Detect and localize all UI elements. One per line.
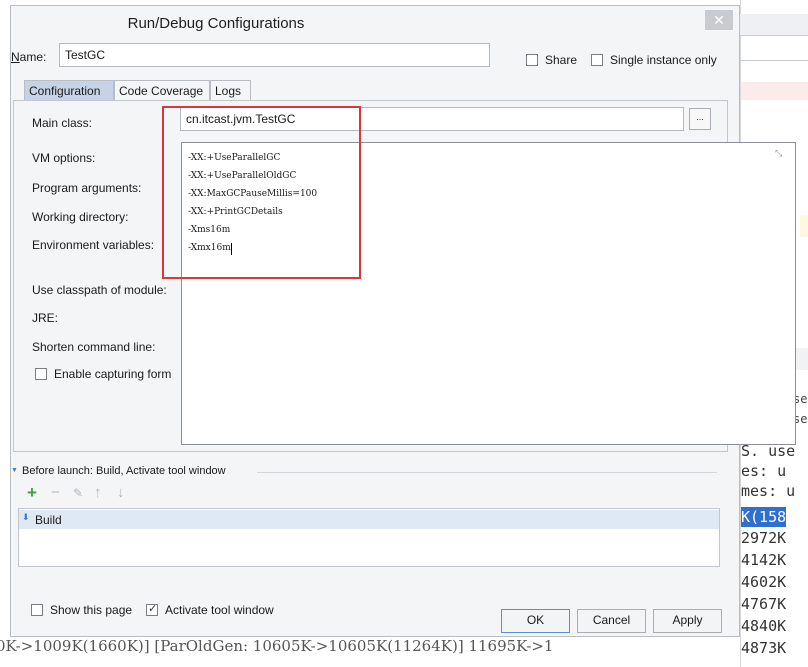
- separator: [257, 472, 717, 473]
- editor-tab-strip: [740, 14, 808, 36]
- editor-divider: [740, 60, 808, 61]
- browse-main-class-button[interactable]: ...: [689, 108, 711, 130]
- before-launch-list: ⬇ Build: [18, 508, 720, 567]
- console-line: 2972K: [741, 529, 787, 547]
- enable-capturing-checkbox[interactable]: [35, 368, 47, 380]
- build-label: Build: [35, 513, 62, 527]
- console-line: 4602K: [741, 573, 787, 591]
- console-line: es: u: [741, 462, 787, 480]
- ok-button[interactable]: OK: [501, 609, 570, 633]
- name-field[interactable]: TestGC: [59, 43, 490, 67]
- console-line: 4873K: [741, 639, 787, 657]
- console-line: 4142K: [741, 551, 787, 569]
- console-line: mes: u: [741, 482, 796, 500]
- vm-options-label: VM options:: [32, 151, 96, 165]
- share-checkbox[interactable]: [526, 54, 538, 66]
- activate-tool-window-label: Activate tool window: [165, 603, 274, 617]
- cancel-button[interactable]: Cancel: [577, 609, 646, 633]
- working-directory-label: Working directory:: [32, 210, 129, 224]
- editor-highlight-line: [741, 82, 808, 100]
- tab-logs[interactable]: Logs: [210, 80, 251, 101]
- apply-button[interactable]: Apply: [653, 609, 722, 633]
- editor-caret-line: [800, 215, 808, 237]
- before-launch-label[interactable]: Before launch: Build, Activate tool wind…: [22, 465, 226, 477]
- console-bottom-line: 0K->1009K(1660K)] [ParOldGen: 10605K->10…: [0, 637, 554, 655]
- classpath-module-label: Use classpath of module:: [32, 283, 167, 297]
- dialog-titlebar: Run/Debug Configurations ✕: [11, 6, 739, 40]
- jre-label: JRE:: [32, 311, 59, 325]
- down-arrow-icon[interactable]: ↓: [117, 484, 125, 502]
- console-line: 4840K: [741, 617, 787, 635]
- list-item[interactable]: ⬇ Build: [19, 510, 719, 529]
- expand-icon[interactable]: ⤡: [775, 148, 782, 159]
- console-line-selected[interactable]: K(158: [741, 507, 787, 527]
- shorten-command-line-label: Shorten command line:: [32, 340, 156, 354]
- environment-variables-label: Environment variables:: [32, 238, 155, 252]
- tab-configuration[interactable]: Configuration: [24, 80, 114, 101]
- single-instance-checkbox[interactable]: [591, 54, 603, 66]
- main-class-label: Main class:: [32, 116, 93, 130]
- minus-icon[interactable]: −: [51, 484, 60, 502]
- share-label: Share: [545, 53, 578, 67]
- plus-icon[interactable]: +: [27, 484, 37, 502]
- dialog-title: Run/Debug Configurations: [127, 15, 305, 32]
- name-label: Name:: [11, 50, 47, 64]
- close-icon[interactable]: ✕: [705, 10, 733, 30]
- enable-capturing-label: Enable capturing form: [54, 367, 172, 381]
- activate-tool-window-checkbox[interactable]: [146, 602, 158, 616]
- console-line: 4767K: [741, 595, 787, 613]
- edit-icon[interactable]: ✎: [73, 484, 83, 502]
- show-page-checkbox[interactable]: [31, 604, 43, 616]
- up-arrow-icon[interactable]: ↑: [94, 484, 102, 502]
- single-instance-label: Single instance only: [610, 53, 717, 67]
- tab-code-coverage[interactable]: Code Coverage: [114, 80, 210, 101]
- highlight-annotation-box: [162, 106, 361, 279]
- program-arguments-label: Program arguments:: [32, 181, 142, 195]
- show-page-label: Show this page: [50, 603, 133, 617]
- collapse-triangle-icon[interactable]: ▼: [11, 467, 18, 474]
- build-icon: ⬇: [22, 512, 30, 522]
